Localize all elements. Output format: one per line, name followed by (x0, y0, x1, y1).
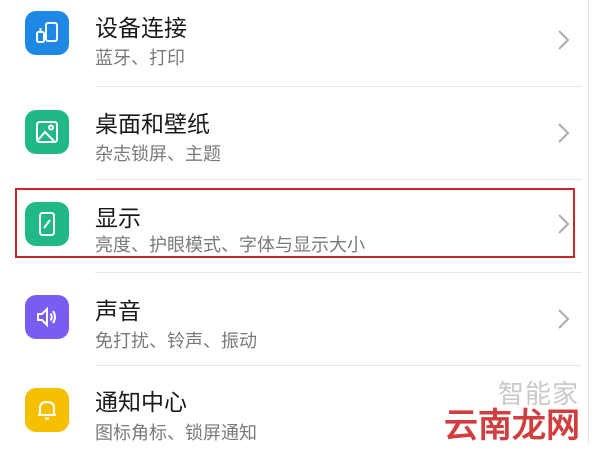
speaker-icon (25, 295, 69, 339)
settings-list: 设备连接 蓝牙、打印 桌面和壁纸 杂志锁屏、主题 显示 亮度、护眼模式、字体与显… (0, 0, 600, 446)
settings-item-display[interactable]: 显示 亮度、护眼模式、字体与显示大小 (0, 180, 600, 273)
watermark-text-bottom: 云南龙网 (444, 406, 580, 446)
item-subtitle: 亮度、护眼模式、字体与显示大小 (95, 235, 365, 256)
chevron-right-icon (552, 119, 574, 147)
phone-brightness-icon (25, 202, 69, 246)
item-subtitle: 蓝牙、打印 (95, 48, 185, 69)
item-title: 桌面和壁纸 (95, 112, 210, 138)
item-title: 显示 (95, 206, 141, 232)
settings-item-device-connection[interactable]: 设备连接 蓝牙、打印 (0, 0, 600, 87)
device-link-icon (25, 11, 69, 55)
image-icon (25, 110, 69, 154)
item-subtitle: 免打扰、铃声、振动 (95, 331, 257, 352)
settings-item-desktop-wallpaper[interactable]: 桌面和壁纸 杂志锁屏、主题 (0, 87, 600, 180)
bell-icon (25, 388, 69, 432)
chevron-right-icon (552, 26, 574, 54)
item-subtitle: 杂志锁屏、主题 (95, 144, 221, 165)
settings-item-sound[interactable]: 声音 免打扰、铃声、振动 (0, 273, 600, 366)
item-title: 通知中心 (95, 390, 187, 416)
item-subtitle: 图标角标、锁屏通知 (95, 423, 257, 444)
item-title: 声音 (95, 299, 141, 325)
item-title: 设备连接 (95, 16, 187, 42)
chevron-right-icon (552, 210, 574, 238)
chevron-right-icon (552, 305, 574, 333)
divider (588, 0, 589, 444)
